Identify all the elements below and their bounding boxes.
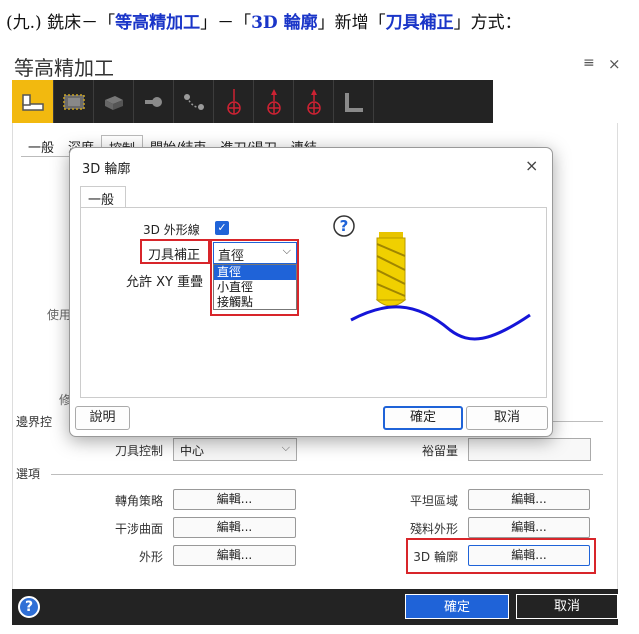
- heading-keyword-3: 刀具補正: [385, 13, 454, 33]
- dialog-cancel-button[interactable]: 取消: [466, 406, 548, 430]
- heading-prefix: (九.) 銑床－「: [6, 13, 116, 33]
- flat-area-edit-button[interactable]: 編輯...: [468, 489, 590, 510]
- tool-compensation-label-highlight: [140, 239, 210, 264]
- outline-3d-label: 3D 外形線: [143, 223, 200, 237]
- contour-3d-highlight: [406, 538, 596, 574]
- stock-icon[interactable]: [94, 80, 134, 123]
- dialog-title: 3D 輪廓: [82, 162, 131, 177]
- interference-surface-label: 干涉曲面: [114, 522, 163, 536]
- outline-edit-button[interactable]: 編輯...: [173, 545, 296, 566]
- tab-general[interactable]: 一般: [21, 135, 62, 157]
- dialog-ok-button[interactable]: 確定: [383, 406, 463, 430]
- stock-allowance-label: 裕留量: [421, 444, 458, 458]
- axis-control-icon[interactable]: [214, 80, 254, 123]
- tool-control-value: 中心: [180, 444, 205, 458]
- panel-title: 等高精加工: [14, 56, 114, 80]
- dialog-close-icon[interactable]: ×: [525, 156, 538, 175]
- boundary-section-title: 邊界控: [16, 415, 53, 429]
- options-section-title: 選項: [16, 467, 41, 481]
- coolant-icon[interactable]: [334, 80, 374, 123]
- tool-compensation-dropdown-highlight: [210, 239, 299, 316]
- heading-keyword-1: 等高精加工: [115, 13, 201, 33]
- ok-button[interactable]: 確定: [405, 594, 509, 619]
- tool-icon[interactable]: [54, 80, 94, 123]
- contour-3d-dialog: 3D 輪廓 × 一般 3D 外形線 ✓ 刀具補正 直徑 ⌵ 直徑 小直徑 接觸點…: [69, 147, 553, 437]
- toolpath-type-icon[interactable]: [12, 80, 54, 123]
- options-divider: [51, 474, 603, 475]
- allow-xy-overlap-label: 允許 XY 重疊: [126, 275, 204, 290]
- toolbar-spacer: [493, 80, 618, 123]
- stock-allowance-field[interactable]: [468, 438, 591, 461]
- heading-mid-2: 」新增「: [317, 13, 386, 33]
- tool-control-label: 刀具控制: [114, 444, 163, 458]
- planes-icon[interactable]: [294, 80, 334, 123]
- heading-keyword-2: 3D 輪廓: [251, 13, 318, 33]
- use-label: 使用: [47, 308, 72, 322]
- instruction-heading: (九.) 銑床－「等高精加工」－「3D 輪廓」新增「刀具補正」方式：: [6, 8, 522, 33]
- remaining-contour-label: 殘料外形: [409, 522, 458, 536]
- tool-control-select[interactable]: 中心 ⌵: [173, 438, 297, 461]
- cancel-button[interactable]: 取消: [516, 594, 618, 619]
- outline-label: 外形: [138, 550, 163, 564]
- heading-mid-1: 」－「: [200, 13, 252, 33]
- tool-compensation-illustration: [345, 230, 535, 364]
- interference-surface-edit-button[interactable]: 編輯...: [173, 517, 296, 538]
- menu-icon[interactable]: ≡: [583, 55, 595, 71]
- holder-icon[interactable]: [134, 80, 174, 123]
- outline-3d-checkbox[interactable]: ✓: [215, 221, 229, 235]
- parameters-icon[interactable]: [174, 80, 214, 123]
- corner-strategy-edit-button[interactable]: 編輯...: [173, 489, 296, 510]
- dialog-tab-general[interactable]: 一般: [80, 186, 126, 208]
- toolbar: [12, 80, 493, 123]
- plane-icon[interactable]: [254, 80, 294, 123]
- heading-suffix: 」方式：: [453, 13, 522, 33]
- corner-strategy-label: 轉角策略: [114, 494, 163, 508]
- chevron-down-icon: ⌵: [281, 441, 290, 454]
- help-icon[interactable]: ?: [18, 596, 40, 618]
- dialog-help-button[interactable]: 說明: [75, 406, 130, 430]
- close-icon[interactable]: ×: [608, 55, 621, 73]
- flat-area-label: 平坦區域: [409, 494, 458, 508]
- screen: (九.) 銑床－「等高精加工」－「3D 輪廓」新增「刀具補正」方式： 等高精加工…: [0, 0, 639, 634]
- remaining-contour-edit-button[interactable]: 編輯...: [468, 517, 590, 538]
